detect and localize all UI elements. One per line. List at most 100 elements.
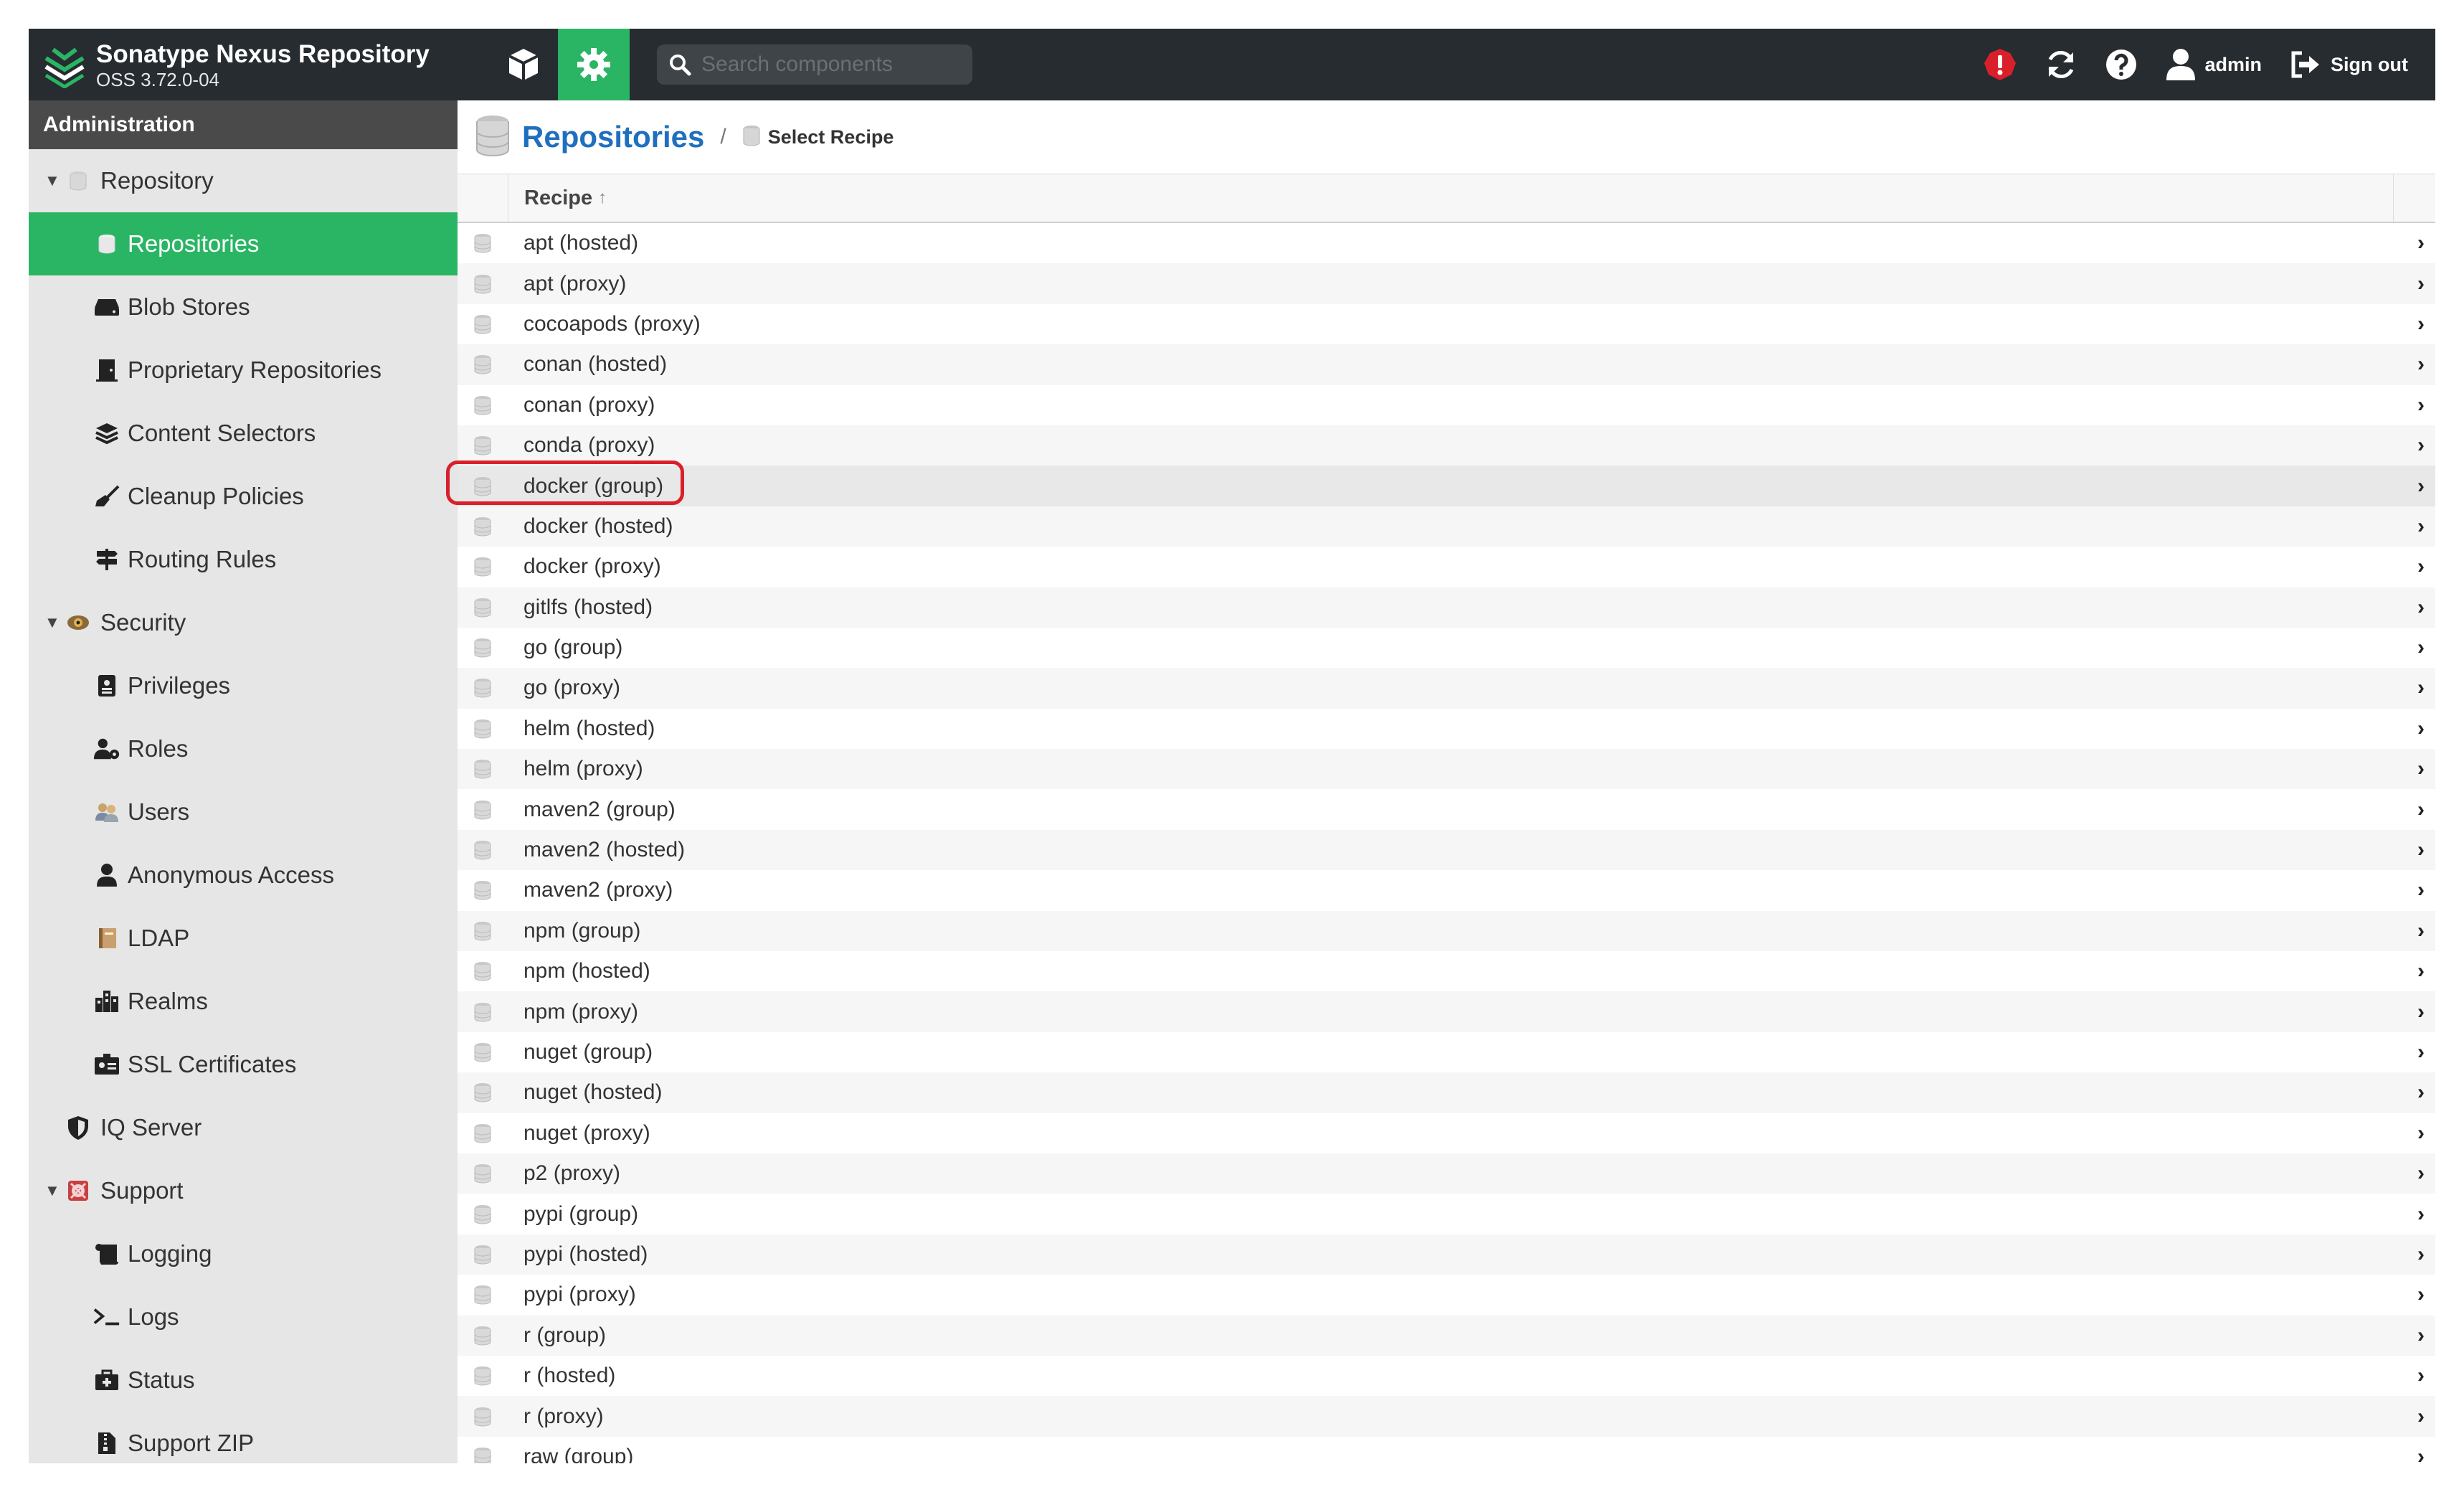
recipe-row[interactable]: maven2 (proxy) ›: [458, 870, 2435, 910]
recipe-label: cocoapods (proxy): [523, 311, 701, 336]
sidebar-item-proprietary-repositories[interactable]: Proprietary Repositories: [29, 339, 458, 402]
recipe-row[interactable]: apt (proxy) ›: [458, 263, 2435, 304]
sidebar-item-iq-server[interactable]: IQ Server: [29, 1096, 458, 1159]
recipe-row[interactable]: docker (proxy) ›: [458, 547, 2435, 587]
sidebar-item-status[interactable]: Status: [29, 1349, 458, 1412]
chevron-right-icon: ›: [2417, 636, 2425, 660]
breadcrumb-repositories-link[interactable]: Repositories: [522, 120, 704, 154]
expand-arrow-icon[interactable]: ▼: [44, 1181, 65, 1200]
chevron-right-icon: ›: [2417, 716, 2425, 740]
chevron-right-icon: ›: [2417, 1242, 2425, 1266]
chevron-right-icon: ›: [2417, 473, 2425, 498]
database-icon: [458, 354, 508, 375]
recipe-row[interactable]: helm (hosted) ›: [458, 709, 2435, 749]
recipe-row[interactable]: nuget (hosted) ›: [458, 1072, 2435, 1113]
nexus-logo-icon: [44, 47, 85, 88]
breadcrumb-current: Select Recipe: [767, 126, 894, 148]
expand-arrow-icon[interactable]: ▼: [44, 613, 65, 632]
recipe-row[interactable]: nuget (group) ›: [458, 1032, 2435, 1072]
recipe-row[interactable]: conan (hosted) ›: [458, 344, 2435, 385]
admin-mode-button[interactable]: [558, 29, 630, 100]
recipe-row[interactable]: gitlfs (hosted) ›: [458, 587, 2435, 628]
sidebar-item-label: Cleanup Policies: [128, 483, 304, 509]
terminal-icon: [93, 1303, 120, 1331]
certificate-icon: [93, 1051, 120, 1078]
database-icon: [458, 597, 508, 618]
help-button[interactable]: [2105, 29, 2138, 100]
sign-out-button[interactable]: Sign out: [2289, 29, 2408, 100]
recipe-row[interactable]: r (hosted) ›: [458, 1356, 2435, 1396]
database-icon: [458, 839, 508, 861]
sidebar-item-users[interactable]: Users: [29, 780, 458, 844]
recipe-row[interactable]: go (group) ›: [458, 628, 2435, 668]
sidebar-item-security[interactable]: ▼ Security: [29, 591, 458, 654]
sidebar-item-support[interactable]: ▼ Support: [29, 1159, 458, 1222]
search-input[interactable]: [700, 52, 961, 77]
sidebar-item-label: Repositories: [128, 230, 260, 257]
recipe-row[interactable]: npm (group) ›: [458, 910, 2435, 952]
database-icon: [458, 476, 508, 497]
chevron-right-icon: ›: [2417, 514, 2425, 538]
chevron-right-icon: ›: [2417, 1283, 2425, 1307]
database-icon: [458, 395, 508, 416]
database-icon: [458, 313, 508, 335]
sidebar-item-ssl-certificates[interactable]: SSL Certificates: [29, 1033, 458, 1096]
recipe-row[interactable]: cocoapods (proxy) ›: [458, 304, 2435, 344]
sidebar-item-support-zip[interactable]: Support ZIP: [29, 1412, 458, 1463]
brand[interactable]: Sonatype Nexus Repository OSS 3.72.0-04: [43, 39, 430, 92]
user-account-button[interactable]: admin: [2165, 29, 2262, 100]
recipe-row[interactable]: apt (hosted) ›: [458, 223, 2435, 263]
sidebar-item-repository[interactable]: ▼ Repository: [29, 149, 458, 212]
help-icon: [2105, 49, 2136, 80]
sidebar-item-repositories[interactable]: Repositories: [29, 212, 458, 275]
recipe-row[interactable]: maven2 (group) ›: [458, 789, 2435, 829]
recipe-row[interactable]: helm (proxy) ›: [458, 749, 2435, 790]
sidebar-item-routing-rules[interactable]: Routing Rules: [29, 528, 458, 591]
sidebar-item-cleanup-policies[interactable]: Cleanup Policies: [29, 465, 458, 528]
recipe-label: raw (group): [523, 1444, 634, 1463]
sidebar-item-anonymous-access[interactable]: Anonymous Access: [29, 844, 458, 907]
sidebar-item-ldap[interactable]: LDAP: [29, 907, 458, 970]
recipe-row[interactable]: npm (proxy) ›: [458, 991, 2435, 1032]
recipe-row[interactable]: docker (group) ›: [446, 461, 2435, 506]
system-status-alert-button[interactable]: [1983, 29, 2017, 100]
recipe-row[interactable]: go (proxy) ›: [458, 668, 2435, 709]
recipe-row[interactable]: p2 (proxy) ›: [458, 1153, 2435, 1194]
recipe-label: nuget (proxy): [523, 1120, 650, 1145]
recipe-row[interactable]: nuget (proxy) ›: [458, 1113, 2435, 1153]
recipe-row[interactable]: conan (proxy) ›: [458, 385, 2435, 425]
chevron-right-icon: ›: [2417, 918, 2425, 943]
sidebar-item-blob-stores[interactable]: Blob Stores: [29, 275, 458, 339]
expand-arrow-icon[interactable]: ▼: [44, 171, 65, 190]
recipe-row[interactable]: maven2 (hosted) ›: [458, 829, 2435, 871]
recipe-row[interactable]: r (group) ›: [458, 1315, 2435, 1356]
sidebar-item-content-selectors[interactable]: Content Selectors: [29, 402, 458, 465]
sidebar-item-roles[interactable]: Roles: [29, 717, 458, 780]
recipe-row[interactable]: r (proxy) ›: [458, 1396, 2435, 1437]
browse-mode-button[interactable]: [488, 29, 559, 100]
database-icon: [458, 1284, 508, 1306]
recipe-label: nuget (group): [523, 1040, 653, 1064]
search-icon: [670, 55, 691, 76]
search-components[interactable]: [657, 44, 972, 85]
recipe-label: pypi (hosted): [523, 1242, 648, 1266]
recipe-row[interactable]: npm (hosted) ›: [458, 951, 2435, 991]
sidebar-item-label: Content Selectors: [128, 420, 316, 446]
recipe-row[interactable]: raw (group) ›: [458, 1437, 2435, 1463]
recipe-row[interactable]: docker (hosted) ›: [458, 506, 2435, 547]
recipe-column-header[interactable]: Recipe ↑: [508, 174, 2394, 222]
recipe-row[interactable]: pypi (group) ›: [458, 1194, 2435, 1234]
recipe-row[interactable]: pypi (hosted) ›: [458, 1234, 2435, 1275]
recipe-row[interactable]: pypi (proxy) ›: [458, 1275, 2435, 1315]
sidebar-item-privileges[interactable]: Privileges: [29, 654, 458, 717]
sidebar-item-logging[interactable]: Logging: [29, 1222, 458, 1285]
database-icon: [458, 516, 508, 537]
recipe-column-label: Recipe: [524, 186, 593, 209]
breadcrumb-separator: /: [720, 125, 726, 148]
recipe-label: maven2 (hosted): [523, 838, 686, 862]
recipe-row[interactable]: conda (proxy) ›: [458, 425, 2435, 466]
sidebar-item-realms[interactable]: Realms: [29, 970, 458, 1033]
sidebar-item-logs[interactable]: Logs: [29, 1285, 458, 1349]
sidebar-item-label: Logs: [128, 1303, 179, 1330]
refresh-button[interactable]: [2044, 29, 2077, 100]
